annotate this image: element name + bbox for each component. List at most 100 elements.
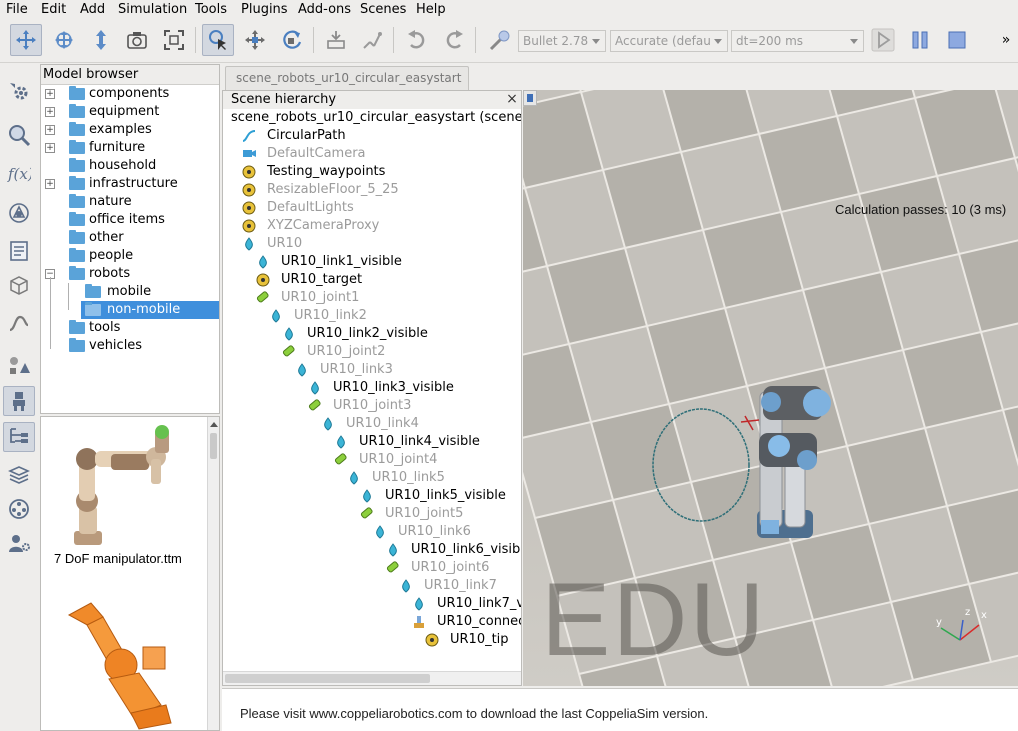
layers-button[interactable] <box>3 460 35 490</box>
hierarchy-item[interactable]: UR10_link7_vi <box>223 595 521 613</box>
model-thumbnail-7dof[interactable]: 7 DoF manipulator.ttm <box>51 421 201 581</box>
camera-shift-button[interactable] <box>85 24 117 56</box>
user-settings-button[interactable] <box>3 528 35 558</box>
tree-item-nature[interactable]: nature <box>45 193 219 211</box>
object-rotate-button[interactable] <box>276 24 308 56</box>
tree-item-infrastructure[interactable]: + infrastructure <box>45 175 219 193</box>
expand-icon[interactable]: + <box>45 89 55 99</box>
hierarchy-item[interactable]: UR10_link2_visible <box>223 325 521 343</box>
expand-icon[interactable]: + <box>45 125 55 135</box>
click-select-button[interactable] <box>202 24 234 56</box>
fit-to-view-button[interactable] <box>158 24 190 56</box>
hierarchy-horizontal-scrollbar[interactable] <box>223 671 521 685</box>
menu-simulation[interactable]: Simulation <box>118 1 187 18</box>
tree-item-non-mobile[interactable]: non-mobile <box>81 301 219 319</box>
camera-rotate-button[interactable] <box>48 24 80 56</box>
hierarchy-item[interactable]: XYZCameraProxy <box>223 217 521 235</box>
calculation-modules-button[interactable] <box>3 120 35 150</box>
tree-item-mobile[interactable]: mobile <box>45 283 219 301</box>
transfer-dna-button[interactable] <box>356 24 388 56</box>
scene-root-item[interactable]: scene_robots_ur10_circular_easystart (sc… <box>231 109 521 127</box>
menu-add[interactable]: Add <box>80 1 105 18</box>
menu-edit[interactable]: Edit <box>41 1 66 18</box>
hierarchy-item[interactable]: UR10_joint3 <box>223 397 521 415</box>
hierarchy-item[interactable]: UR10_link4 <box>223 415 521 433</box>
hierarchy-item[interactable]: UR10_joint2 <box>223 343 521 361</box>
tree-item-components[interactable]: + components <box>45 85 219 103</box>
hierarchy-item[interactable]: UR10_joint5 <box>223 505 521 523</box>
simulation-settings-button[interactable] <box>3 76 35 106</box>
hierarchy-item[interactable]: UR10_tip <box>223 631 521 649</box>
thumbnail-scrollbar[interactable] <box>207 417 219 730</box>
scene-hierarchy-toggle[interactable] <box>3 422 35 452</box>
scene-tab[interactable]: scene_robots_ur10_circular_easystart <box>225 66 469 90</box>
expand-icon[interactable]: + <box>45 143 55 153</box>
menu-scenes[interactable]: Scenes <box>360 1 406 18</box>
physics-engine-button[interactable] <box>483 24 515 56</box>
hierarchy-item[interactable]: UR10_joint6 <box>223 559 521 577</box>
object-properties-button[interactable] <box>3 236 35 266</box>
hierarchy-item[interactable]: UR10_joint1 <box>223 289 521 307</box>
hierarchy-item[interactable]: UR10_link2 <box>223 307 521 325</box>
scroll-up-arrow-icon[interactable] <box>210 422 218 427</box>
accuracy-select[interactable]: Accurate (defau <box>610 30 728 52</box>
engine-select[interactable]: Bullet 2.78 <box>518 30 606 52</box>
expand-icon[interactable]: + <box>45 107 55 117</box>
hierarchy-item[interactable]: ResizableFloor_5_25 <box>223 181 521 199</box>
hierarchy-item[interactable]: UR10_link4_visible <box>223 433 521 451</box>
hierarchy-item[interactable]: UR10_link5 <box>223 469 521 487</box>
menu-addons[interactable]: Add-ons <box>298 1 351 18</box>
toolbar-overflow-button[interactable]: » <box>996 24 1016 56</box>
close-icon[interactable]: × <box>505 92 519 106</box>
video-recorder-button[interactable] <box>3 494 35 524</box>
tree-item-furniture[interactable]: + furniture <box>45 139 219 157</box>
menu-plugins[interactable]: Plugins <box>241 1 288 18</box>
selection-button[interactable] <box>3 350 35 380</box>
assemble-button[interactable] <box>320 24 352 56</box>
model-browser-toggle[interactable] <box>3 386 35 416</box>
object-shift-button[interactable] <box>239 24 271 56</box>
model-thumbnail-2[interactable] <box>51 595 201 730</box>
tree-item-tools[interactable]: tools <box>45 319 219 337</box>
camera-angle-button[interactable] <box>121 24 153 56</box>
menu-file[interactable]: File <box>6 1 28 18</box>
shape-edit-button[interactable] <box>3 198 35 228</box>
tree-item-vehicles[interactable]: vehicles <box>45 337 219 355</box>
expand-icon[interactable]: + <box>45 179 55 189</box>
stop-simulation-button[interactable] <box>941 24 973 56</box>
tree-item-robots[interactable]: − robots <box>45 265 219 283</box>
scripts-button[interactable]: f(x) <box>3 158 35 188</box>
path-edit-button[interactable] <box>3 308 35 338</box>
undo-button[interactable] <box>401 24 433 56</box>
tree-item-other[interactable]: other <box>45 229 219 247</box>
menu-help[interactable]: Help <box>416 1 446 18</box>
hierarchy-item[interactable]: UR10_target <box>223 271 521 289</box>
pause-simulation-button[interactable] <box>904 24 936 56</box>
hierarchy-item[interactable]: UR10_link6_visible <box>223 541 521 559</box>
scrollbar-thumb[interactable] <box>210 433 217 459</box>
hierarchy-item[interactable]: UR10 <box>223 235 521 253</box>
hierarchy-item[interactable]: UR10_link3_visible <box>223 379 521 397</box>
tree-item-equipment[interactable]: + equipment <box>45 103 219 121</box>
hierarchy-item[interactable]: UR10_joint4 <box>223 451 521 469</box>
hierarchy-item[interactable]: UR10_connect <box>223 613 521 631</box>
hierarchy-item[interactable]: CircularPath <box>223 127 521 145</box>
hierarchy-item[interactable]: UR10_link1_visible <box>223 253 521 271</box>
hierarchy-item[interactable]: Testing_waypoints <box>223 163 521 181</box>
scrollbar-thumb[interactable] <box>225 674 430 683</box>
hierarchy-item[interactable]: UR10_link3 <box>223 361 521 379</box>
tree-item-household[interactable]: household <box>45 157 219 175</box>
tree-item-office-items[interactable]: office items <box>45 211 219 229</box>
hierarchy-item[interactable]: UR10_link6 <box>223 523 521 541</box>
menu-tools[interactable]: Tools <box>195 1 227 18</box>
redo-button[interactable] <box>438 24 470 56</box>
viewport-vertical-splitter[interactable] <box>523 90 537 106</box>
hierarchy-item[interactable]: UR10_link7 <box>223 577 521 595</box>
tree-item-examples[interactable]: + examples <box>45 121 219 139</box>
mesh-edit-button[interactable] <box>3 270 35 300</box>
camera-pan-button[interactable] <box>10 24 42 56</box>
hierarchy-item[interactable]: DefaultCamera <box>223 145 521 163</box>
hierarchy-item[interactable]: UR10_link5_visible <box>223 487 521 505</box>
hierarchy-item[interactable]: DefaultLights <box>223 199 521 217</box>
start-simulation-button[interactable] <box>867 24 899 56</box>
